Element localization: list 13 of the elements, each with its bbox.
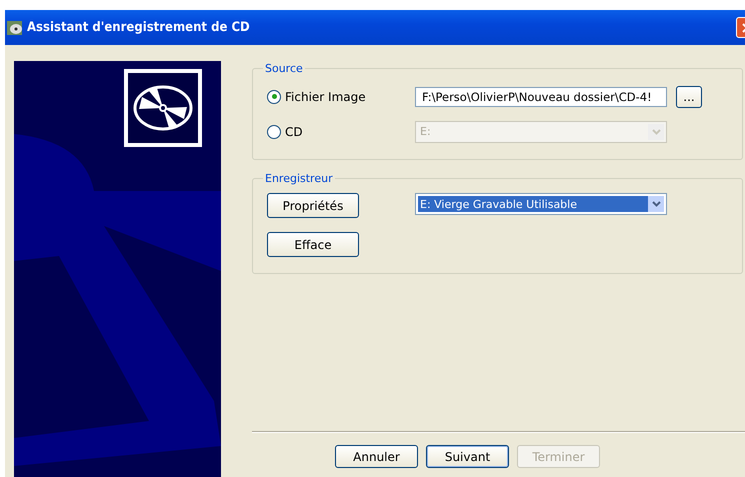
recorder-dropdown[interactable]: E: Vierge Gravable Utilisable <box>415 193 667 215</box>
wizard-button[interactable]: Annuler <box>335 445 418 468</box>
cd-icon <box>124 69 202 147</box>
cd-icon <box>7 20 23 36</box>
group-title: Enregistreur <box>264 172 334 185</box>
erase-button[interactable]: Efface <box>267 232 359 257</box>
properties-button[interactable]: Propriétés <box>267 193 359 218</box>
window-title: Assistant d'enregistrement de CD <box>27 20 250 35</box>
browse-button[interactable]: ... <box>676 86 702 108</box>
wizard-button[interactable]: Suivant <box>426 445 509 468</box>
radio-button[interactable]: Fichier Image <box>267 90 415 104</box>
group-title: Source <box>264 62 304 75</box>
file-path-field[interactable]: F:\Perso\OlivierP\Nouveau dossier\CD-4! <box>415 86 667 106</box>
